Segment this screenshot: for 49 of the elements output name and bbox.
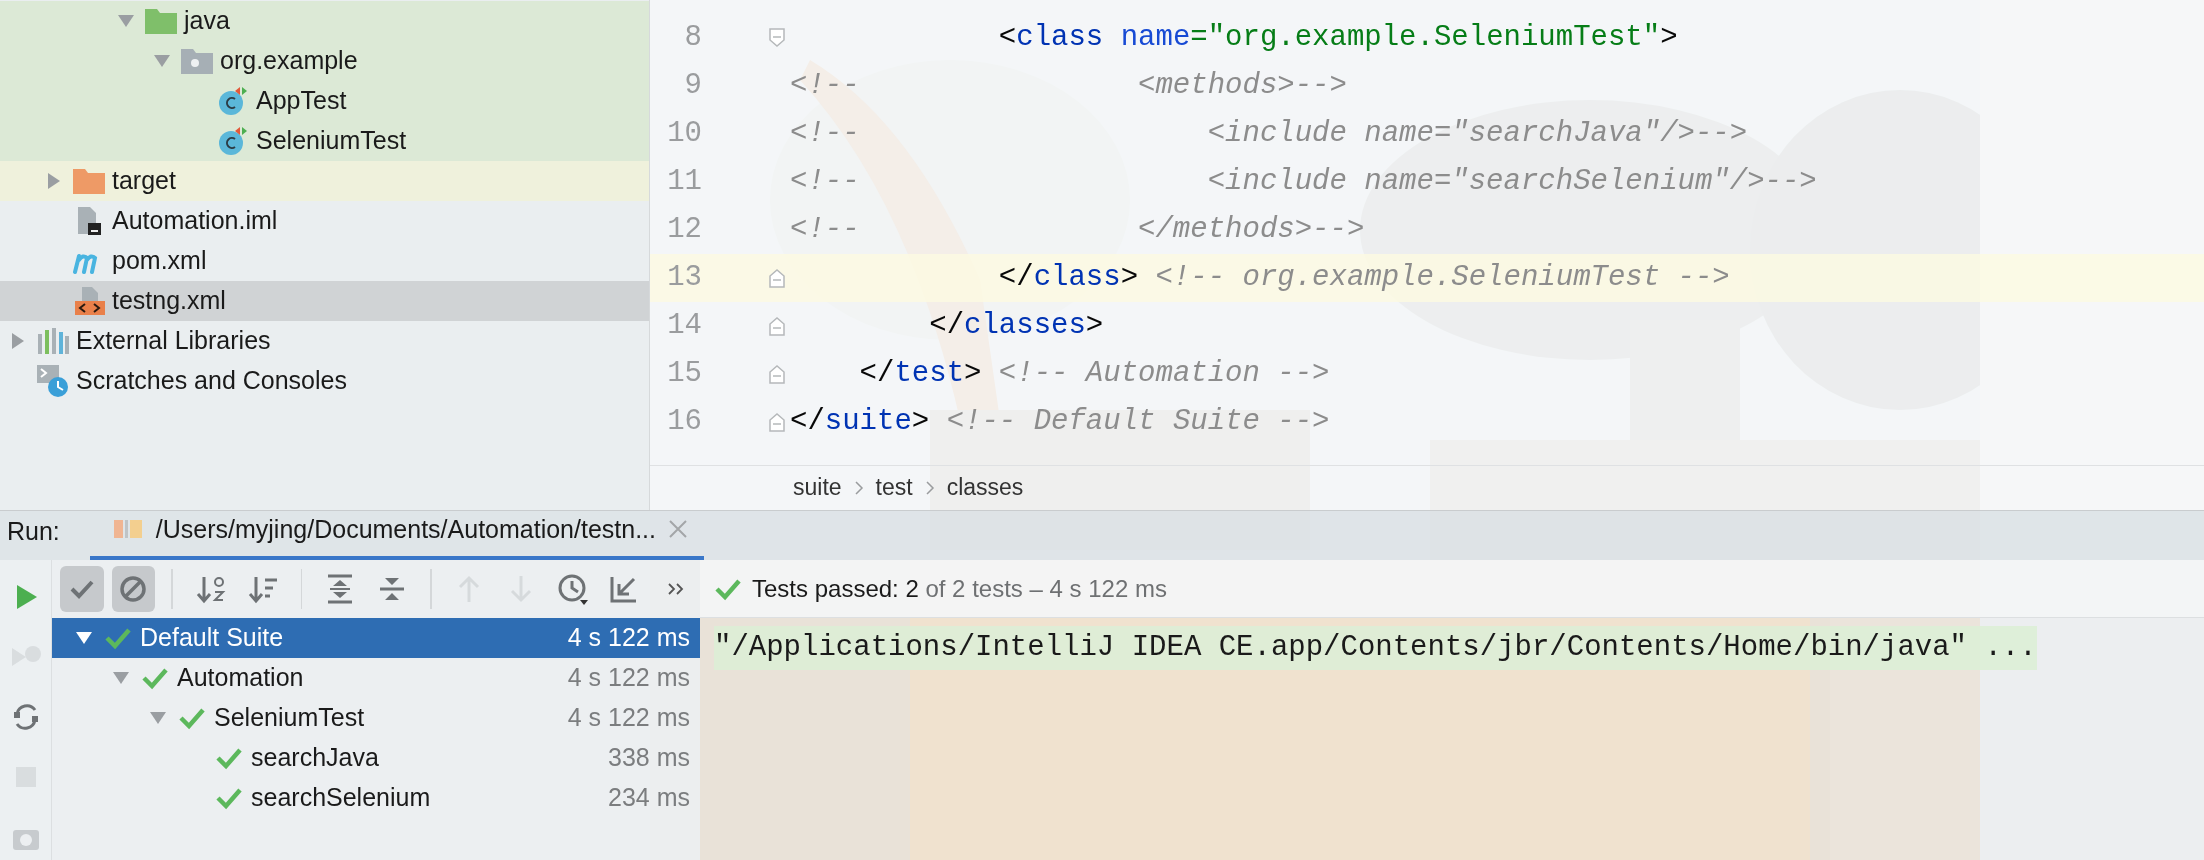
code-line: <!-- <include name="searchJava"/>-->: [790, 116, 1748, 153]
tree-item[interactable]: External Libraries: [0, 321, 649, 361]
code-line: <!-- <methods>-->: [790, 68, 1347, 105]
test-tree-row[interactable]: Default Suite 4 s 122 ms: [52, 618, 700, 658]
line-number: 10: [666, 116, 702, 153]
line-number: 16: [666, 404, 702, 441]
test-tree-row[interactable]: searchSelenium 234 ms: [52, 778, 700, 818]
breadcrumb[interactable]: suite: [793, 470, 842, 505]
breadcrumb[interactable]: test: [875, 470, 913, 505]
line-number: 14: [666, 308, 702, 345]
line-number: 8: [683, 20, 702, 57]
code-line: </class> <!-- org.example.SeleniumTest -->: [997, 260, 1730, 297]
package-icon: [180, 47, 214, 75]
line-number: 12: [666, 212, 702, 249]
chevron-right-icon: [853, 479, 864, 496]
code-line: </suite> <!-- Default Suite -->: [790, 404, 1330, 441]
code-line: <!-- <include name="searchSelenium"/>-->: [790, 164, 1817, 201]
test-tree-row[interactable]: Automation 4 s 122 ms: [52, 658, 700, 698]
status-text: Tests passed: 2 of 2 tests – 4 s 122 ms: [752, 573, 1167, 604]
line-number: 15: [666, 356, 702, 393]
toolbar-button[interactable]: [111, 566, 156, 612]
tree-item[interactable]: org.example: [0, 41, 649, 81]
chevron-right-icon: [924, 479, 935, 496]
tree-item[interactable]: testng.xml: [0, 281, 649, 321]
fold-marker-icon[interactable]: [768, 268, 786, 288]
test-tree-row[interactable]: SeleniumTest 4 s 122 ms: [52, 698, 700, 738]
breadcrumb[interactable]: classes: [946, 470, 1024, 505]
tree-item[interactable]: Scratches and Consoles: [0, 361, 649, 401]
code-line: </test> <!-- Automation -->: [858, 356, 1330, 393]
library-icon: [36, 326, 70, 356]
tree-item[interactable]: java: [0, 1, 649, 41]
panel-label: Run:: [6, 515, 61, 547]
line-number: 9: [683, 68, 702, 105]
tree-item[interactable]: SeleniumTest: [0, 121, 649, 161]
tree-item[interactable]: pom.xml: [0, 241, 649, 281]
folder-icon: [72, 167, 106, 195]
code-line: <class name="org.example.SeleniumTest">: [997, 20, 1678, 57]
line-number: 13: [666, 260, 702, 297]
tree-item[interactable]: target: [0, 161, 649, 201]
terminal-clock-icon: [36, 364, 70, 398]
xml-file-icon: [72, 286, 106, 316]
test-tree-row[interactable]: searchJava 338 ms: [52, 738, 700, 778]
code-line: <!-- </methods>-->: [790, 212, 1365, 249]
code-line: </classes>: [928, 308, 1104, 345]
tree-item[interactable]: Automation.iml: [0, 201, 649, 241]
line-number: 11: [666, 164, 702, 201]
tree-item[interactable]: AppTest: [0, 81, 649, 121]
folder-icon: [144, 7, 178, 35]
toolbar-button[interactable]: [60, 566, 104, 612]
